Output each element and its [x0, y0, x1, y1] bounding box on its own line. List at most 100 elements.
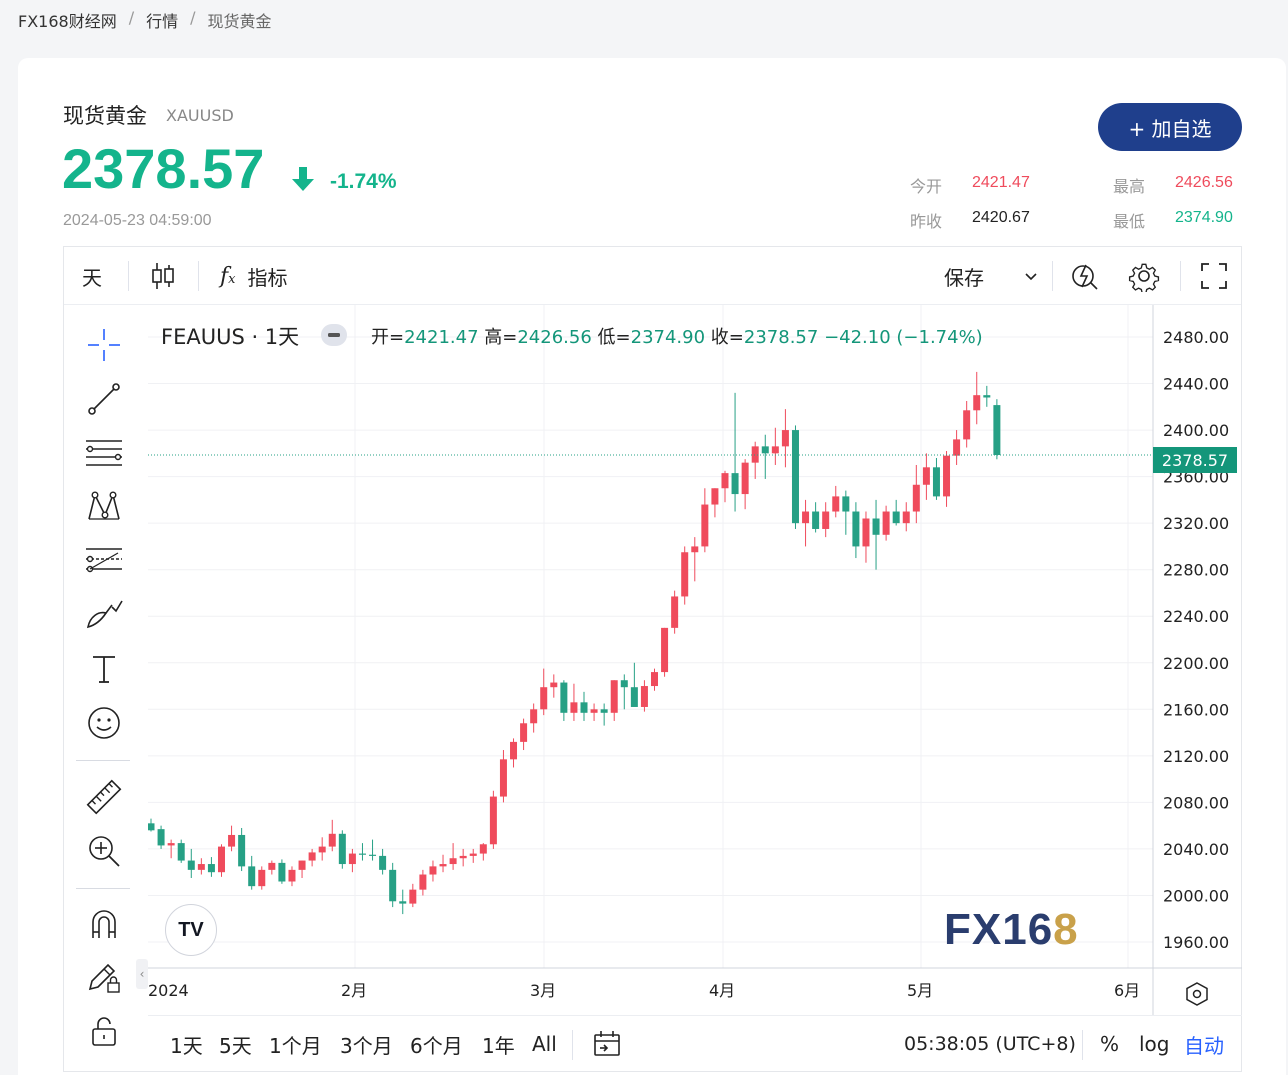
- axis-settings-button[interactable]: [1182, 979, 1212, 1009]
- collapse-toolbar-handle[interactable]: ‹: [136, 959, 148, 989]
- high-value: 2426.56: [1175, 174, 1233, 191]
- y-tick-label: 2160.00: [1163, 700, 1229, 719]
- candle-body: [630, 687, 638, 707]
- candle-body: [520, 723, 528, 742]
- candle-body: [661, 627, 669, 673]
- y-tick-label: 1960.00: [1163, 933, 1229, 952]
- breadcrumb-section[interactable]: 行情: [146, 8, 178, 32]
- trend-line-tool[interactable]: [84, 379, 124, 419]
- prediction-tool[interactable]: [84, 541, 124, 581]
- emoji-tool[interactable]: [84, 703, 124, 743]
- y-tick-label: 2200.00: [1163, 654, 1229, 673]
- text-tool[interactable]: [84, 649, 124, 689]
- legend-open: 2421.47: [404, 327, 479, 348]
- candle-body: [358, 853, 366, 855]
- brush-tool[interactable]: [84, 595, 124, 635]
- percent-scale-button[interactable]: %: [1100, 1016, 1119, 1072]
- candle-body: [701, 504, 709, 547]
- watermark-right: 8: [1053, 905, 1079, 954]
- magnet-icon: [92, 910, 116, 938]
- candlestick-icon: [152, 263, 174, 289]
- candle-body: [338, 833, 346, 865]
- candle-body: [671, 596, 679, 628]
- range-5d[interactable]: 5天: [219, 1016, 252, 1072]
- candle-body: [167, 843, 175, 846]
- fullscreen-button[interactable]: [1200, 247, 1228, 305]
- candle-body: [711, 488, 719, 505]
- save-button[interactable]: 保存: [944, 247, 1038, 305]
- quick-alert-icon: [1072, 264, 1098, 290]
- candle-body: [882, 511, 890, 535]
- fx-icon: fx: [220, 263, 236, 289]
- text-icon: [93, 656, 115, 683]
- candle-body: [369, 854, 377, 856]
- lock-drawings-tool[interactable]: [84, 957, 124, 997]
- y-tick-label: 2280.00: [1163, 561, 1229, 580]
- candle-body: [419, 874, 427, 890]
- pattern-icon: [88, 491, 120, 520]
- horizontal-lines-tool[interactable]: [84, 433, 124, 473]
- range-1m[interactable]: 1个月: [269, 1016, 322, 1072]
- auto-scale-button[interactable]: 自动: [1184, 1016, 1224, 1072]
- unlock-tool[interactable]: [84, 1011, 124, 1051]
- open-value: 2421.47: [972, 174, 1030, 191]
- chart-bottom-toolbar: 1天 5天 1个月 3个月 6个月 1年 All 05:38:05 (UTC+8…: [148, 1015, 1242, 1073]
- range-all[interactable]: All: [532, 1016, 557, 1072]
- candle-body: [983, 395, 991, 398]
- alert-button[interactable]: [1070, 247, 1100, 305]
- indicators-button[interactable]: fx 指标: [220, 247, 288, 305]
- high-label: 最高: [1113, 177, 1146, 196]
- minus-icon: [328, 333, 340, 337]
- legend-high-label: 高=: [484, 327, 518, 348]
- candle-body: [580, 702, 588, 713]
- low-label: 最低: [1113, 212, 1146, 231]
- candle-body: [489, 796, 497, 845]
- goto-date-button[interactable]: [592, 1016, 622, 1072]
- zoom-tool[interactable]: [84, 831, 124, 871]
- fib-lines-icon: [86, 440, 122, 466]
- ruler-tool[interactable]: [84, 777, 124, 817]
- unlock-icon: [92, 1017, 116, 1046]
- y-tick-label: 2040.00: [1163, 840, 1229, 859]
- open-label: 今开: [910, 177, 943, 196]
- interval-button[interactable]: 天: [82, 247, 102, 305]
- candle-body: [771, 446, 779, 454]
- log-scale-button[interactable]: log: [1139, 1016, 1170, 1072]
- x-tick-label: 5月: [907, 981, 933, 1000]
- add-watchlist-button[interactable]: + 加自选: [1098, 103, 1242, 151]
- candle-body: [207, 864, 215, 873]
- candle-type-icon[interactable]: [150, 247, 176, 305]
- candle-body: [328, 833, 336, 847]
- y-tick-label: 2240.00: [1163, 607, 1229, 626]
- candle-body: [449, 858, 457, 865]
- candle-body: [610, 680, 618, 713]
- legend-symbol[interactable]: FEAUUS · 1天: [161, 321, 299, 351]
- forecast-icon: [86, 548, 122, 573]
- range-1d[interactable]: 1天: [170, 1016, 203, 1072]
- last-price-tag: 2378.57: [1153, 447, 1237, 473]
- candle-body: [973, 395, 981, 411]
- legend-high: 2426.56: [517, 327, 592, 348]
- candle-body: [570, 702, 578, 713]
- crosshair-tool[interactable]: [84, 325, 124, 365]
- range-6m[interactable]: 6个月: [410, 1016, 463, 1072]
- candle-body: [288, 869, 296, 882]
- breadcrumb-home[interactable]: FX168财经网: [18, 8, 117, 32]
- y-tick-label: 2400.00: [1163, 421, 1229, 440]
- candle-body: [510, 741, 518, 760]
- settings-button[interactable]: [1128, 247, 1160, 305]
- tradingview-logo[interactable]: TV: [165, 904, 217, 956]
- legend-change: −42.10 (−1.74%): [824, 327, 983, 348]
- pattern-tool[interactable]: [84, 487, 124, 527]
- candle-body: [560, 682, 568, 713]
- candle-body: [731, 473, 739, 495]
- range-3m[interactable]: 3个月: [340, 1016, 393, 1072]
- candle-body: [842, 496, 850, 512]
- range-1y[interactable]: 1年: [482, 1016, 515, 1072]
- candle-body: [993, 405, 1001, 456]
- utc-clock[interactable]: 05:38:05 (UTC+8): [904, 1016, 1076, 1072]
- candle-body: [479, 844, 487, 854]
- magnet-tool[interactable]: [84, 903, 124, 943]
- legend-collapse-button[interactable]: [321, 324, 347, 346]
- candle-body: [399, 901, 407, 904]
